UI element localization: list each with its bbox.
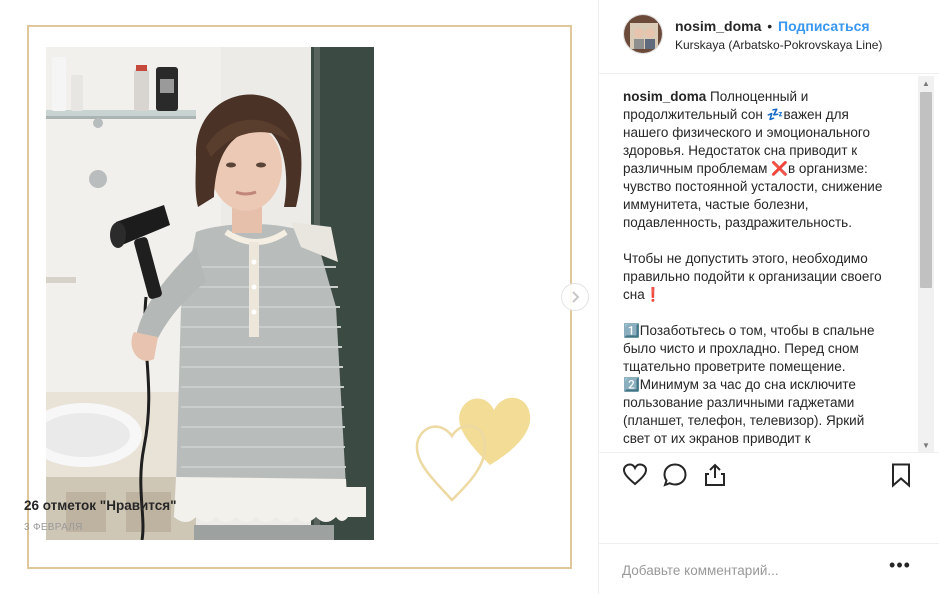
caption-item-1: 1️⃣Позаботьтесь о том, чтобы в спальне б… xyxy=(623,323,875,374)
header-username[interactable]: nosim_doma xyxy=(675,18,761,34)
caption-paragraph-1: Полноценный и продолжительный сон 💤важен… xyxy=(623,89,883,230)
hearts-decoration xyxy=(415,397,531,502)
heart-icon[interactable] xyxy=(622,462,648,488)
caption-paragraph-2: Чтобы не допустить этого, необходимо пра… xyxy=(623,251,882,302)
caption: nosim_doma Полноценный и продолжительный… xyxy=(623,88,895,448)
post-side-panel: nosim_doma • Подписаться Kurskaya (Arbat… xyxy=(598,0,939,594)
chevron-right-icon xyxy=(572,291,580,303)
comment-input[interactable] xyxy=(622,560,872,580)
caption-scroll-area[interactable]: nosim_doma Полноценный и продолжительный… xyxy=(623,88,923,452)
post-header: nosim_doma • Подписаться Kurskaya (Arbat… xyxy=(599,0,939,74)
location-link[interactable]: Kurskaya (Arbatsko-Pokrovskaya Line) xyxy=(675,38,882,52)
comment-icon[interactable] xyxy=(662,462,688,488)
comment-divider xyxy=(598,543,939,544)
caption-item-2: 2️⃣Минимум за час до сна исключите польз… xyxy=(623,377,865,446)
caption-username[interactable]: nosim_doma xyxy=(623,89,706,104)
header-separator: • xyxy=(767,18,773,34)
share-icon[interactable] xyxy=(702,462,728,488)
bookmark-icon[interactable] xyxy=(888,462,914,488)
more-options-button[interactable]: ••• xyxy=(888,556,912,578)
scroll-down-arrow-icon[interactable]: ▼ xyxy=(918,438,934,452)
caption-scrollbar[interactable]: ▲ ▼ xyxy=(918,76,934,452)
post-photo xyxy=(46,47,374,540)
likes-count[interactable]: 26 отметок "Нравится" xyxy=(24,498,177,513)
actions-divider xyxy=(599,452,939,453)
post-date[interactable]: 3 ФЕВРАЛЯ xyxy=(24,522,83,533)
scroll-up-arrow-icon[interactable]: ▲ xyxy=(918,76,934,90)
scrollbar-thumb[interactable] xyxy=(920,92,932,288)
next-image-button[interactable] xyxy=(561,283,589,311)
avatar[interactable] xyxy=(623,14,663,54)
follow-button[interactable]: Подписаться xyxy=(778,18,870,34)
